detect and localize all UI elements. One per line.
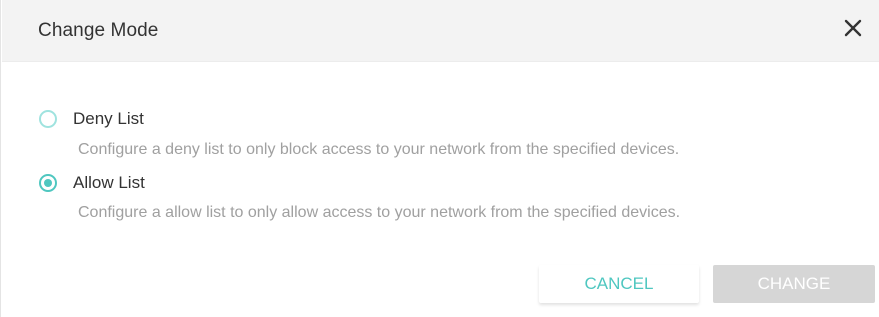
dialog-header: Change Mode (2, 0, 879, 62)
deny-list-option[interactable]: Deny List (39, 107, 144, 131)
deny-list-description: Configure a deny list to only block acce… (78, 141, 680, 158)
allow-list-description: Configure a allow list to only allow acc… (78, 204, 681, 221)
change-mode-dialog: Change Mode Deny List Configure a deny l… (0, 0, 879, 317)
change-button[interactable]: CHANGE (713, 265, 875, 303)
close-icon[interactable] (842, 17, 864, 39)
deny-list-radio[interactable] (39, 110, 57, 128)
allow-list-label[interactable]: Allow List (73, 173, 145, 193)
allow-list-option[interactable]: Allow List (39, 171, 145, 195)
dialog-title: Change Mode (38, 20, 159, 41)
cancel-button[interactable]: CANCEL (539, 265, 699, 303)
deny-list-label[interactable]: Deny List (73, 109, 144, 129)
allow-list-radio[interactable] (39, 174, 57, 192)
